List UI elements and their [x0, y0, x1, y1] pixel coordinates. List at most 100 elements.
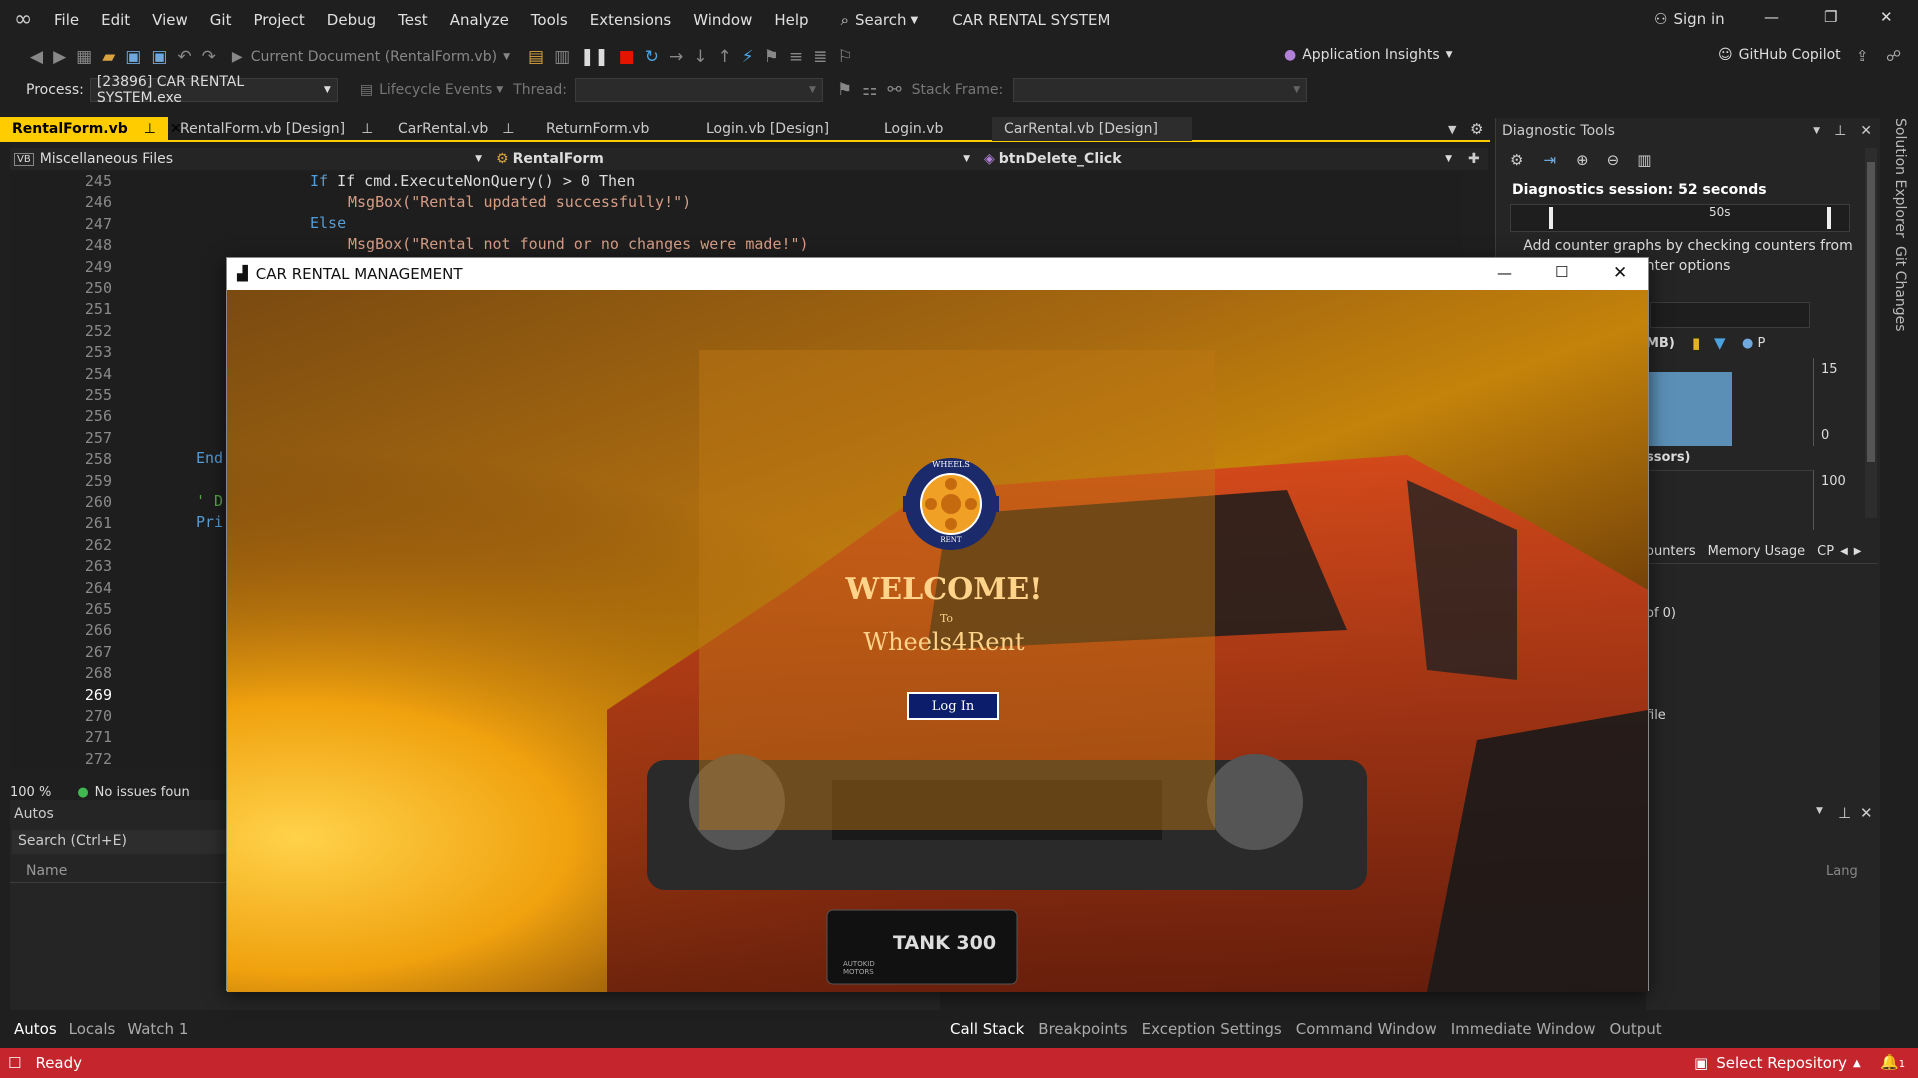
tab-overflow-icon[interactable]: ▼ — [1448, 123, 1456, 136]
signin-button[interactable]: ⚇ Sign in — [1654, 10, 1725, 28]
tab-returnform-vb[interactable]: ReturnForm.vb — [534, 117, 694, 141]
scrollbar-thumb[interactable] — [1867, 162, 1875, 462]
hot-reload-icon[interactable]: ⚡ — [742, 47, 754, 67]
tab-login-vb[interactable]: Login.vb — [872, 117, 992, 141]
tab-left-icon[interactable]: ◀ — [1840, 546, 1848, 557]
tab-login-design[interactable]: Login.vb [Design] — [694, 117, 872, 141]
member-dropdown[interactable]: ◈ btnDelete_Click ▼ — [978, 151, 1460, 167]
diag-scrollbar[interactable] — [1865, 148, 1877, 518]
tab-autos[interactable]: Autos — [14, 1020, 57, 1038]
search-button[interactable]: ⌕ Search ▼ — [841, 11, 919, 29]
redo-icon[interactable]: ↷ — [202, 47, 216, 67]
tab-rentalform-design[interactable]: RentalForm.vb [Design] ⊥ — [168, 117, 386, 141]
tab-carrental-design[interactable]: CarRental.vb [Design] — [992, 117, 1192, 141]
menu-edit[interactable]: Edit — [101, 11, 130, 29]
save-icon[interactable]: ▣ — [125, 47, 141, 67]
pause-icon[interactable]: ❚❚ — [580, 47, 609, 67]
stack-icon[interactable]: ⚯ — [887, 80, 901, 100]
close-button[interactable]: ✕ — [1880, 8, 1893, 26]
pin-icon[interactable]: ⊥ — [502, 121, 514, 137]
menu-extensions[interactable]: Extensions — [590, 11, 671, 29]
menu-file[interactable]: File — [54, 11, 79, 29]
tab-immediate-window[interactable]: Immediate Window — [1451, 1020, 1596, 1038]
tab-call-stack[interactable]: Call Stack — [950, 1020, 1024, 1038]
notification-icon[interactable]: 🔔1 — [1880, 1053, 1905, 1071]
tab-counters[interactable]: ounters — [1646, 544, 1696, 559]
tab-watch1[interactable]: Watch 1 — [127, 1020, 188, 1038]
process-dropdown[interactable]: [23896] CAR RENTAL SYSTEM.exe ▼ — [89, 74, 338, 106]
lifecycle-events-button[interactable]: ▤ Lifecycle Events ▼ — [360, 82, 503, 98]
tab-locals[interactable]: Locals — [69, 1020, 116, 1038]
tab-exception-settings[interactable]: Exception Settings — [1142, 1020, 1282, 1038]
pin-icon[interactable]: ⊥ — [1838, 804, 1851, 822]
menu-analyze[interactable]: Analyze — [450, 11, 509, 29]
menu-test[interactable]: Test — [398, 11, 428, 29]
gear-icon[interactable]: ⚙ — [1470, 120, 1483, 138]
stack-frame-dropdown[interactable]: ▼ — [1013, 78, 1308, 102]
browse-icon[interactable]: ▤ — [528, 47, 544, 67]
tab-breakpoints[interactable]: Breakpoints — [1038, 1020, 1127, 1038]
bookmark-icon[interactable]: ⚑ — [764, 47, 779, 67]
menu-help[interactable]: Help — [774, 11, 808, 29]
pin-icon[interactable]: ⊥ — [144, 121, 156, 137]
settings-icon[interactable]: ⚙ — [1510, 151, 1523, 169]
close-icon[interactable]: ✕ — [1860, 123, 1872, 139]
menu-view[interactable]: View — [152, 11, 188, 29]
thread-dropdown[interactable]: ▼ — [574, 78, 823, 102]
save-all-icon[interactable]: ▣ — [151, 47, 167, 67]
maximize-button[interactable]: ☐ — [1555, 263, 1568, 281]
chevron-down-icon[interactable]: ▼ — [1816, 806, 1823, 816]
menu-tools[interactable]: Tools — [531, 11, 568, 29]
tab-cpu[interactable]: CP — [1817, 544, 1834, 559]
tab-git-changes[interactable]: Git Changes — [1892, 246, 1908, 332]
back-icon[interactable]: ◀ — [30, 47, 43, 67]
copilot-button[interactable]: ☺ GitHub Copilot — [1718, 47, 1841, 63]
flag-icon[interactable]: ⚑ — [837, 80, 852, 100]
share-icon[interactable]: ⇪ — [1856, 47, 1869, 65]
tab-carrental-vb[interactable]: CarRental.vb ⊥ — [386, 117, 534, 141]
zoom-dropdown[interactable]: 100 % — [10, 785, 51, 800]
restart-icon[interactable]: ↻ — [645, 47, 659, 67]
scope-dropdown[interactable]: VB Miscellaneous Files ▼ — [10, 151, 490, 167]
login-button[interactable]: Log In — [907, 692, 999, 720]
forward-icon[interactable]: ▶ — [53, 47, 66, 67]
tab-command-window[interactable]: Command Window — [1296, 1020, 1437, 1038]
step-over-icon[interactable]: → — [669, 47, 683, 67]
new-project-icon[interactable]: ▦ — [76, 47, 92, 67]
close-button[interactable]: ✕ — [1613, 263, 1627, 283]
bookmark-prev-icon[interactable]: ⚐ — [837, 47, 852, 67]
pin-icon[interactable]: ⊥ — [1834, 123, 1846, 139]
comment-icon[interactable]: ≡ — [789, 47, 803, 67]
minimize-button[interactable]: — — [1497, 264, 1512, 282]
tab-output[interactable]: Output — [1610, 1020, 1662, 1038]
menu-git[interactable]: Git — [210, 11, 232, 29]
zoom-in-icon[interactable]: ⊕ — [1576, 151, 1589, 169]
tab-right-icon[interactable]: ▶ — [1854, 546, 1862, 557]
threads-icon[interactable]: ⚏ — [862, 80, 877, 100]
select-repo-button[interactable]: ▣ Select Repository ▲ — [1694, 1054, 1861, 1072]
tab-memory-usage[interactable]: Memory Usage — [1708, 544, 1806, 559]
feedback-icon[interactable]: ☍ — [1886, 47, 1901, 65]
tab-solution-explorer[interactable]: Solution Explorer — [1892, 118, 1908, 238]
open-folder-icon[interactable]: ▰ — [102, 47, 115, 67]
pin-icon[interactable]: ⊥ — [361, 121, 373, 137]
menu-window[interactable]: Window — [693, 11, 752, 29]
layout-icon[interactable]: ▥ — [554, 47, 570, 67]
menu-debug[interactable]: Debug — [327, 11, 376, 29]
restore-button[interactable]: ❐ — [1824, 8, 1837, 26]
app-insights-button[interactable]: ● Application Insights ▼ — [1284, 47, 1453, 63]
step-into-icon[interactable]: ↓ — [693, 47, 707, 67]
tab-rentalform-vb[interactable]: RentalForm.vb ⊥ ✕ — [0, 117, 182, 141]
undo-icon[interactable]: ↶ — [177, 47, 191, 67]
close-icon[interactable]: ✕ — [1860, 804, 1873, 822]
run-target-button[interactable]: ▶ Current Document (RentalForm.vb) ▼ — [232, 49, 510, 65]
class-dropdown[interactable]: ⚙ RentalForm ▼ — [490, 151, 978, 167]
uncomment-icon[interactable]: ≣ — [813, 47, 827, 67]
zoom-out-icon[interactable]: ⊖ — [1607, 151, 1620, 169]
minimize-button[interactable]: — — [1764, 8, 1779, 26]
timeline-ruler[interactable]: 50s — [1510, 204, 1850, 232]
split-icon[interactable]: ✚ — [1468, 151, 1480, 167]
chart-icon[interactable]: ▥ — [1637, 151, 1651, 169]
menu-project[interactable]: Project — [253, 11, 304, 29]
stop-icon[interactable]: ■ — [619, 47, 635, 67]
